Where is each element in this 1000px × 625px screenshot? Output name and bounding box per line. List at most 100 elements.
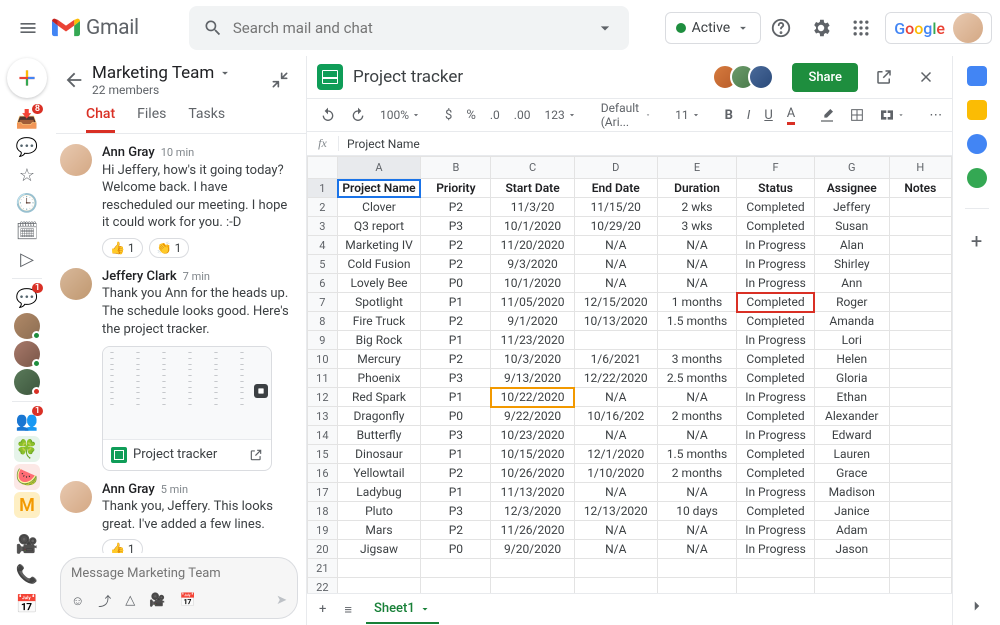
tasks-addon[interactable]	[967, 134, 987, 154]
add-sheet-button[interactable]: +	[315, 598, 330, 621]
cell[interactable]	[889, 464, 951, 483]
user-avatar[interactable]	[953, 13, 983, 43]
col-header[interactable]: F	[737, 157, 815, 179]
cell[interactable]: Ethan	[814, 388, 889, 407]
cell[interactable]: Alan	[814, 236, 889, 255]
cell[interactable]: 12/3/2020	[491, 502, 574, 521]
cell[interactable]	[889, 331, 951, 350]
reaction-pill[interactable]: 👍 1	[102, 539, 143, 553]
cell[interactable]: N/A	[657, 255, 736, 274]
cell[interactable]: Completed	[737, 312, 815, 331]
cell[interactable]: Completed	[737, 445, 815, 464]
italic-button[interactable]: I	[742, 105, 755, 126]
cell[interactable]	[889, 274, 951, 293]
col-header[interactable]: E	[657, 157, 736, 179]
formula-bar[interactable]: fx Project Name	[307, 132, 952, 156]
cell[interactable]	[889, 388, 951, 407]
cell[interactable]: Dinosaur	[337, 445, 421, 464]
cell[interactable]: P2	[421, 312, 491, 331]
cell[interactable]: N/A	[574, 236, 657, 255]
main-menu-button[interactable]	[8, 8, 48, 48]
cell[interactable]: N/A	[574, 540, 657, 559]
all-sheets-button[interactable]: ≡	[340, 598, 356, 622]
underline-button[interactable]: U	[759, 105, 777, 126]
row-header[interactable]: 4	[308, 236, 338, 255]
cell[interactable]: Start Date	[491, 179, 574, 198]
cell[interactable]: Shirley	[814, 255, 889, 274]
cell[interactable]: N/A	[574, 521, 657, 540]
cell[interactable]: 10/16/202	[574, 407, 657, 426]
cell[interactable]: 11/23/2020	[491, 331, 574, 350]
cell[interactable]: Spotlight	[337, 293, 421, 312]
cell[interactable]: P2	[421, 521, 491, 540]
cell[interactable]: P1	[421, 483, 491, 502]
cell[interactable]: Completed	[737, 369, 815, 388]
cell[interactable]: Big Rock	[337, 331, 421, 350]
reaction-pill[interactable]: 👏 1	[149, 238, 190, 258]
keep-addon[interactable]	[967, 100, 987, 120]
cell[interactable]: Roger NelsonCompleted	[737, 293, 815, 312]
row-header[interactable]: 8	[308, 312, 338, 331]
row-header[interactable]: 5	[308, 255, 338, 274]
search-icon[interactable]	[197, 12, 229, 44]
cell[interactable]: Priority	[421, 179, 491, 198]
space-1[interactable]: 🍀	[7, 436, 47, 462]
cell[interactable]: Assignee	[814, 179, 889, 198]
cell[interactable]: Cold Fusion	[337, 255, 421, 274]
add-addon-button[interactable]: +	[971, 229, 982, 253]
tab-chat[interactable]: Chat	[86, 106, 115, 133]
space-marketing[interactable]: M	[7, 492, 47, 518]
space-2[interactable]: 🍉	[7, 464, 47, 490]
cell[interactable]: 9/13/2020	[491, 369, 574, 388]
cell[interactable]	[574, 578, 657, 594]
dm-avatar-1[interactable]	[7, 313, 47, 339]
cell[interactable]: 1.5 months	[657, 312, 736, 331]
cell[interactable]	[337, 559, 421, 578]
cell[interactable]: In Progress	[737, 255, 815, 274]
cell[interactable]: 10/29/20	[574, 217, 657, 236]
open-attachment-icon[interactable]	[249, 448, 263, 462]
cell[interactable]: P3	[421, 369, 491, 388]
row-header[interactable]: 11	[308, 369, 338, 388]
cell[interactable]: Completed	[737, 350, 815, 369]
back-button[interactable]	[56, 62, 92, 98]
sent-nav[interactable]: ▷	[7, 246, 47, 272]
space-title[interactable]: Marketing Team	[92, 63, 262, 83]
cell[interactable]: 9/22/2020	[491, 407, 574, 426]
cell[interactable]: Yellowtail	[337, 464, 421, 483]
cell[interactable]	[889, 350, 951, 369]
cell[interactable]: 11/15/20	[574, 198, 657, 217]
cell[interactable]	[737, 559, 815, 578]
cell[interactable]: 12/13/2020	[574, 502, 657, 521]
open-external-button[interactable]	[868, 61, 900, 93]
row-header[interactable]: 9	[308, 331, 338, 350]
cell[interactable]: 12/15/2020	[574, 293, 657, 312]
font-size[interactable]: 11	[670, 105, 706, 125]
row-header[interactable]: 20	[308, 540, 338, 559]
cell[interactable]: 1/6/2021	[574, 350, 657, 369]
cell[interactable]: Lori	[814, 331, 889, 350]
row-header[interactable]: 6	[308, 274, 338, 293]
cell[interactable]: P2	[421, 198, 491, 217]
row-header[interactable]: 19	[308, 521, 338, 540]
compose-button[interactable]	[7, 58, 47, 98]
cell[interactable]: 10/23/2020	[491, 426, 574, 445]
cell[interactable]: Completed	[737, 217, 815, 236]
chat-nav[interactable]: 💬	[7, 134, 47, 160]
cell[interactable]: 9/3/2020	[491, 255, 574, 274]
calendar-addon[interactable]	[967, 66, 987, 86]
cell[interactable]: P1	[421, 388, 491, 407]
meet-phone-nav[interactable]: 📞	[7, 561, 47, 587]
cell[interactable]: N/A	[574, 255, 657, 274]
cell[interactable]: 2 months	[657, 464, 736, 483]
cell[interactable]	[337, 578, 421, 594]
cell[interactable]: In Progress	[737, 388, 815, 407]
row-header[interactable]: 10	[308, 350, 338, 369]
cell[interactable]: N/A	[657, 236, 736, 255]
font-select[interactable]: Default (Ari...	[596, 98, 656, 132]
currency-button[interactable]: $	[440, 105, 457, 126]
cell[interactable]: 1/10/2020	[574, 464, 657, 483]
cell[interactable]: P0	[421, 540, 491, 559]
starred-nav[interactable]: ☆	[7, 162, 47, 188]
cell[interactable]	[574, 559, 657, 578]
